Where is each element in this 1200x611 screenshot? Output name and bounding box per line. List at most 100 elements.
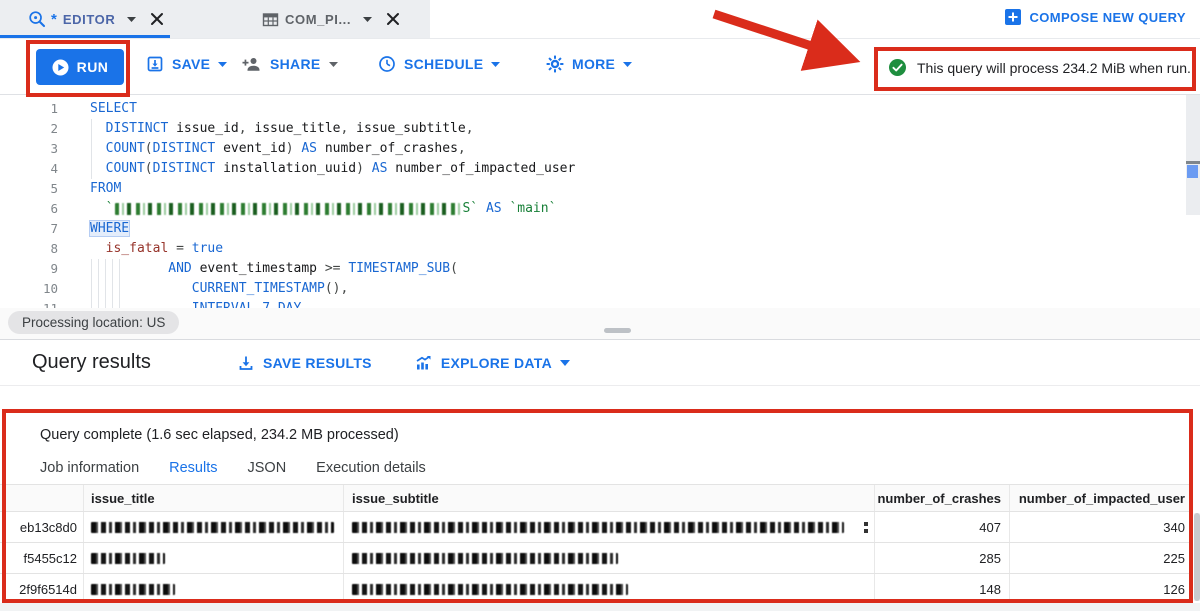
code-token: event_id — [223, 141, 286, 156]
active-tab-underline — [0, 35, 170, 38]
run-button[interactable]: RUN — [36, 49, 124, 85]
number-of-crashes-cell: 285 — [875, 543, 1010, 573]
table-header-row: issue_titleissue_subtitlenumber_of_crash… — [0, 484, 1193, 512]
code-token: INTERVAL — [192, 301, 255, 308]
code-token: (), — [325, 281, 348, 296]
close-tab-icon[interactable] — [386, 12, 400, 26]
code-token: FROM — [90, 181, 121, 196]
code-token: ) — [356, 161, 372, 176]
processing-location-chip[interactable]: Processing location: US — [8, 311, 179, 334]
bigquery-console: * EDITOR — [0, 0, 1200, 611]
code-token: DISTINCT — [153, 161, 216, 176]
save-icon — [146, 55, 164, 73]
code-lines: SELECT DISTINCT issue_id, issue_title, i… — [90, 99, 575, 308]
issue-subtitle-cell — [344, 512, 875, 542]
code-token — [270, 301, 278, 308]
table-row: 2f9f6514d148126 — [0, 574, 1193, 605]
code-token: SELECT — [90, 101, 137, 116]
code-token — [90, 261, 168, 276]
code-token: number_of_crashes — [325, 141, 458, 156]
issue-title-cell — [84, 543, 344, 573]
redacted-issue-title — [91, 522, 334, 533]
code-token: 7 — [262, 301, 270, 308]
code-token: >= — [317, 261, 348, 276]
cell-overflow-dots — [864, 522, 868, 533]
code-line: COUNT(DISTINCT installation_uuid) AS num… — [90, 159, 575, 179]
issue-subtitle-cell — [344, 543, 875, 573]
save-results-label: SAVE RESULTS — [263, 355, 372, 371]
code-token — [90, 241, 106, 256]
editor-scrollbar-marker — [1187, 165, 1198, 178]
query-complete-status: Query complete (1.6 sec elapsed, 234.2 M… — [40, 427, 399, 443]
code-token: AS — [372, 161, 388, 176]
code-token: AND — [168, 261, 191, 276]
code-token: WHERE — [90, 221, 129, 236]
code-token: TIMESTAMP_SUB — [348, 261, 450, 276]
table-row: f5455c12285225 — [0, 543, 1193, 574]
code-token: CURRENT_TIMESTAMP — [192, 281, 325, 296]
chevron-down-icon[interactable] — [363, 17, 372, 22]
panel-resize-handle[interactable] — [604, 328, 631, 333]
number-of-crashes-cell: 407 — [875, 512, 1010, 542]
code-token — [317, 141, 325, 156]
chevron-down-icon — [218, 62, 227, 67]
editor-scrollbar-thumb[interactable] — [1186, 161, 1200, 164]
column-header: issue_subtitle — [344, 485, 875, 511]
schedule-button[interactable]: SCHEDULE — [378, 55, 500, 73]
run-label: RUN — [77, 59, 109, 75]
tab-com-pi-label: COM_PI... — [285, 12, 351, 27]
explore-data-label: EXPLORE DATA — [441, 355, 552, 371]
redacted-issue-subtitle — [352, 522, 844, 533]
query-results-header: Query results SAVE RESULTS — [0, 339, 1200, 386]
number-of-crashes-cell: 148 — [875, 574, 1010, 604]
close-tab-icon[interactable] — [150, 12, 164, 26]
indent-guide — [112, 259, 113, 308]
explore-data-button[interactable]: EXPLORE DATA — [414, 354, 570, 372]
schedule-label: SCHEDULE — [404, 56, 483, 72]
code-token: installation_uuid — [223, 161, 356, 176]
editor-scrollbar[interactable] — [1186, 95, 1200, 215]
code-token — [215, 141, 223, 156]
chart-explore-icon — [414, 354, 433, 372]
table-scrollbar-thumb[interactable] — [1194, 513, 1200, 601]
compose-new-query-label: COMPOSE NEW QUERY — [1029, 10, 1186, 25]
code-token: , — [340, 121, 356, 136]
table-row: eb13c8d0407340 — [0, 512, 1193, 543]
redacted-issue-title — [91, 553, 165, 564]
issue-id-cell: eb13c8d0 — [0, 512, 84, 542]
save-results-button[interactable]: SAVE RESULTS — [237, 354, 372, 372]
save-label: SAVE — [172, 56, 210, 72]
indent-guide — [91, 119, 92, 179]
share-button[interactable]: SHARE — [242, 55, 338, 73]
clock-icon — [378, 55, 396, 73]
tab-com-pi[interactable]: COM_PI... — [262, 0, 400, 38]
code-token: S` — [462, 201, 478, 216]
table-scrollbar[interactable] — [1194, 513, 1200, 601]
issue-title-cell — [84, 574, 344, 604]
tab-editor[interactable]: * EDITOR — [28, 0, 164, 38]
code-token: , — [466, 121, 474, 136]
code-token: , — [239, 121, 255, 136]
code-token: number_of_impacted_user — [395, 161, 575, 176]
sql-editor[interactable]: 1234567891011 SELECT DISTINCT issue_id, … — [0, 95, 1200, 308]
code-token: DISTINCT — [153, 141, 216, 156]
more-button[interactable]: MORE — [546, 55, 632, 73]
compose-new-query-button[interactable]: COMPOSE NEW QUERY — [1005, 9, 1186, 25]
issue-id-cell: f5455c12 — [0, 543, 84, 573]
line-number: 3 — [0, 139, 58, 159]
chevron-down-icon[interactable] — [127, 17, 136, 22]
code-line: is_fatal = true — [90, 239, 575, 259]
indent-guide — [105, 259, 106, 308]
query-results-title: Query results — [32, 351, 151, 374]
redacted-issue-title — [91, 584, 175, 595]
save-button[interactable]: SAVE — [146, 55, 227, 73]
line-number: 1 — [0, 99, 58, 119]
line-number: 4 — [0, 159, 58, 179]
chevron-down-icon — [491, 62, 500, 67]
code-line: WHERE — [90, 219, 575, 239]
query-magnifier-icon — [28, 10, 47, 29]
tab-editor-label: EDITOR — [63, 12, 115, 27]
line-number: 6 — [0, 199, 58, 219]
indent-guide — [119, 259, 120, 308]
code-token — [192, 261, 200, 276]
